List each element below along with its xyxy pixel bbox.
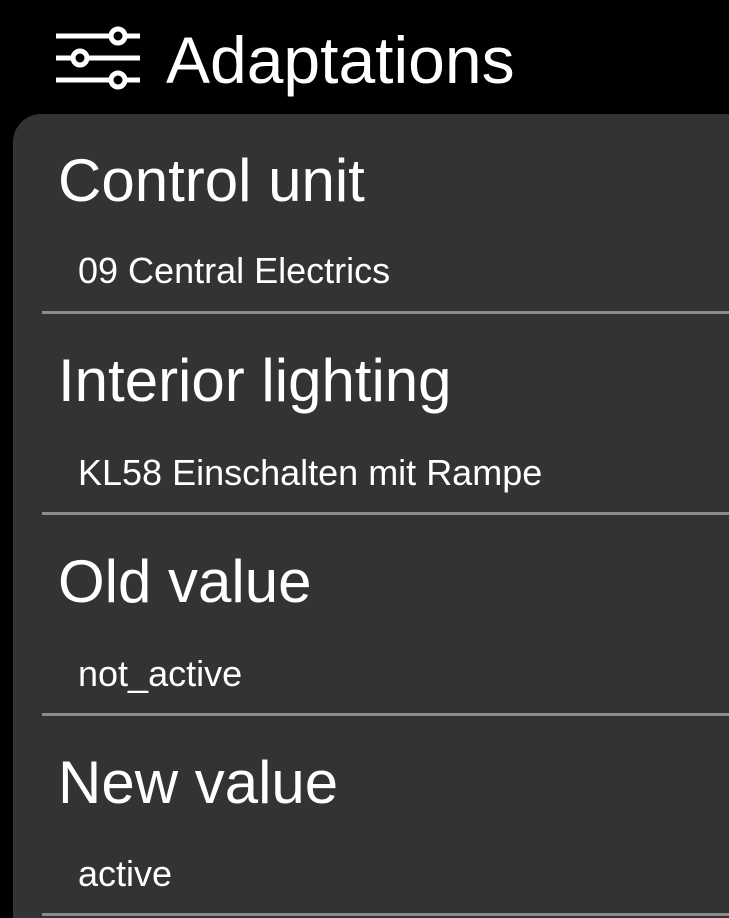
sliders-icon [56, 26, 140, 90]
row-title-control-unit: Control unit [58, 147, 365, 214]
list-item-old-value[interactable]: Old value not_active [42, 542, 729, 722]
row-value-interior-lighting: KL58 Einschalten mit Rampe [78, 452, 543, 493]
divider [42, 311, 729, 314]
row-title-new-value: New value [58, 749, 339, 816]
row-value-control-unit: 09 Central Electrics [78, 250, 391, 291]
divider [42, 913, 729, 916]
row-title-old-value: Old value [58, 548, 312, 615]
list-item-new-value[interactable]: New value active [42, 742, 729, 918]
row-value-new-value: active [78, 853, 173, 894]
header-bar: Adaptations [0, 0, 729, 110]
row-title-interior-lighting: Interior lighting [58, 347, 452, 414]
list-item-interior-lighting[interactable]: Interior lighting KL58 Einschalten mit R… [42, 340, 729, 520]
adaptations-screen: Adaptations Control unit 09 Central Elec… [0, 0, 729, 918]
divider [42, 512, 729, 515]
row-value-old-value: not_active [78, 653, 243, 694]
divider [42, 713, 729, 716]
list-item-control-unit[interactable]: Control unit 09 Central Electrics [42, 140, 729, 320]
page-title: Adaptations [166, 23, 515, 97]
